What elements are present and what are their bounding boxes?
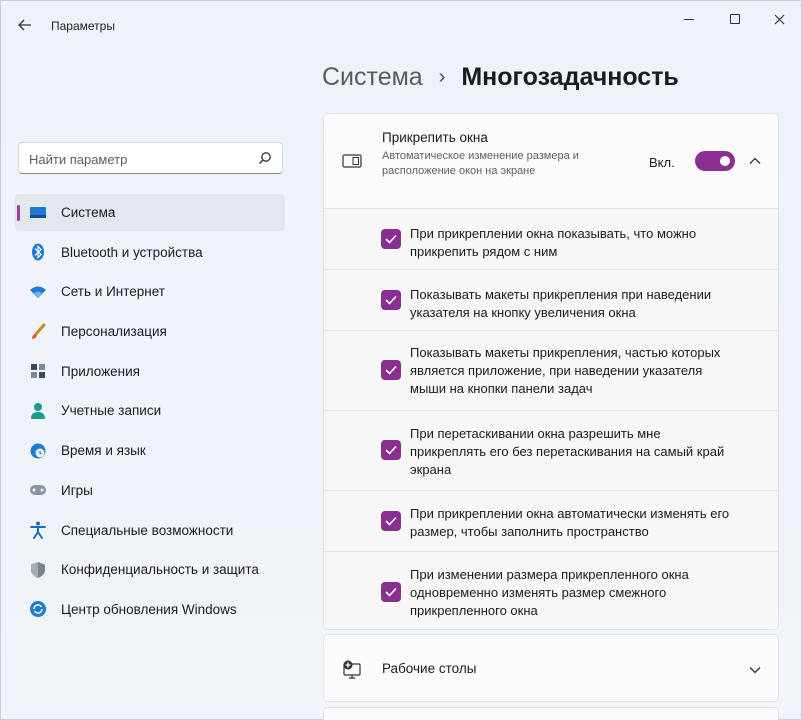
sidebar-item-label: Bluetooth и устройства — [61, 244, 203, 260]
sidebar-item-label: Персонализация — [61, 324, 167, 340]
sidebar-item-time-language[interactable]: Время и язык — [15, 432, 285, 469]
snap-windows-panel: Прикрепить окна Автоматическое изменение… — [323, 113, 779, 630]
maximize-button[interactable] — [715, 7, 755, 31]
checkmark-icon — [385, 516, 397, 526]
sidebar-item-windows-update[interactable]: Центр обновления Windows — [15, 591, 285, 628]
desktops-label: Рабочие столы — [382, 661, 477, 676]
globe-clock-icon — [29, 442, 47, 460]
snap-option-label: При перетаскивании окна разрешить мне пр… — [410, 426, 725, 477]
close-button[interactable] — [759, 7, 799, 31]
snap-windows-description: Автоматическое изменение размера и распо… — [382, 150, 579, 177]
sidebar-item-label: Конфиденциальность и защита — [61, 562, 259, 578]
snap-option-row: При изменении размера прикрепленного окн… — [324, 552, 778, 629]
search-icon[interactable] — [258, 151, 272, 165]
search-input[interactable] — [29, 150, 254, 168]
desktops-card[interactable]: Рабочие столы — [323, 634, 779, 702]
sidebar-item-bluetooth[interactable]: Bluetooth и устройства — [15, 234, 285, 271]
sidebar-nav: Система Bluetooth и устройства Сеть и Ин… — [15, 194, 285, 631]
sidebar-item-label: Система — [61, 205, 116, 220]
account-icon — [29, 402, 47, 420]
sidebar-item-label: Игры — [61, 482, 93, 498]
toggle-state-label: Вкл. — [649, 155, 675, 170]
settings-window: Параметры Система — [0, 0, 802, 720]
checkmark-icon — [385, 365, 397, 375]
sidebar-item-label: Специальные возможности — [61, 522, 234, 538]
desktops-icon — [343, 660, 361, 679]
snap-option-checkbox[interactable] — [381, 290, 401, 310]
snap-option-label: При прикреплении окна показывать, что мо… — [410, 226, 697, 259]
snap-option-row: При перетаскивании окна разрешить мне пр… — [324, 411, 778, 491]
sidebar-item-accessibility[interactable]: Специальные возможности — [15, 512, 285, 549]
snap-windows-toggle[interactable] — [695, 151, 735, 171]
chevron-right-icon: › — [438, 65, 446, 88]
snap-option-label: При изменении размера прикрепленного окн… — [410, 567, 689, 618]
sidebar-item-gaming[interactable]: Игры — [15, 472, 285, 509]
apps-icon — [29, 362, 47, 380]
search-box — [18, 142, 283, 174]
toggle-knob — [720, 156, 730, 166]
sidebar-item-label: Время и язык — [61, 443, 146, 459]
sidebar-item-privacy[interactable]: Конфиденциальность и защита — [15, 551, 285, 588]
brush-icon — [29, 323, 47, 341]
sidebar-item-personalization[interactable]: Персонализация — [15, 313, 285, 350]
sidebar-item-label: Приложения — [61, 363, 140, 379]
sidebar-item-network[interactable]: Сеть и Интернет — [15, 273, 285, 310]
snap-option-label: При прикреплении окна автоматически изме… — [410, 506, 730, 539]
minimize-button[interactable] — [669, 7, 709, 31]
snap-option-checkbox[interactable] — [381, 582, 401, 602]
sidebar-item-accounts[interactable]: Учетные записи — [15, 392, 285, 429]
sidebar-item-label: Центр обновления Windows — [61, 601, 237, 617]
snap-option-row: Показывать макеты прикрепления при навед… — [324, 270, 778, 331]
sidebar-item-label: Сеть и Интернет — [61, 284, 165, 300]
checkmark-icon — [385, 445, 397, 455]
sidebar-item-apps[interactable]: Приложения — [15, 353, 285, 390]
snap-option-row: При прикреплении окна автоматически изме… — [324, 491, 778, 552]
checkmark-icon — [385, 587, 397, 597]
snap-windows-header[interactable]: Прикрепить окна Автоматическое изменение… — [324, 114, 778, 209]
breadcrumb: Система › Многозадачность — [322, 59, 679, 95]
page-title: Многозадачность — [461, 62, 679, 91]
snap-option-checkbox[interactable] — [381, 440, 401, 460]
chevron-down-icon[interactable] — [748, 663, 762, 677]
active-indicator — [17, 205, 20, 221]
snap-option-row: При прикреплении окна показывать, что мо… — [324, 209, 778, 270]
shield-icon — [29, 561, 47, 579]
accessibility-icon — [29, 521, 47, 539]
chevron-up-icon[interactable] — [748, 154, 762, 168]
update-icon — [29, 600, 47, 618]
snap-option-label: Показывать макеты прикрепления при навед… — [410, 287, 712, 320]
sidebar-item-label: Учетные записи — [61, 403, 162, 419]
maximize-icon — [730, 14, 740, 24]
snap-layout-icon — [342, 154, 362, 168]
snap-windows-title: Прикрепить окна — [382, 130, 488, 145]
checkmark-icon — [385, 234, 397, 244]
gamepad-icon — [29, 481, 47, 499]
snap-option-checkbox[interactable] — [381, 360, 401, 380]
back-button[interactable] — [13, 13, 37, 37]
sidebar-item-system[interactable]: Система — [15, 194, 285, 231]
breadcrumb-parent-link[interactable]: Система — [322, 63, 423, 92]
wifi-icon — [29, 283, 47, 301]
back-arrow-icon — [18, 19, 31, 31]
title-bar: Параметры — [1, 1, 801, 45]
close-icon — [774, 14, 784, 24]
app-title: Параметры — [51, 19, 115, 33]
snap-option-checkbox[interactable] — [381, 511, 401, 531]
snap-option-checkbox[interactable] — [381, 229, 401, 249]
minimize-icon — [684, 18, 694, 20]
bluetooth-icon — [29, 243, 47, 261]
snap-option-label: Показывать макеты прикрепления, частью к… — [410, 345, 721, 396]
system-display-icon — [29, 204, 47, 222]
next-settings-card[interactable] — [323, 707, 779, 720]
snap-option-row: Показывать макеты прикрепления, частью к… — [324, 331, 778, 411]
checkmark-icon — [385, 295, 397, 305]
